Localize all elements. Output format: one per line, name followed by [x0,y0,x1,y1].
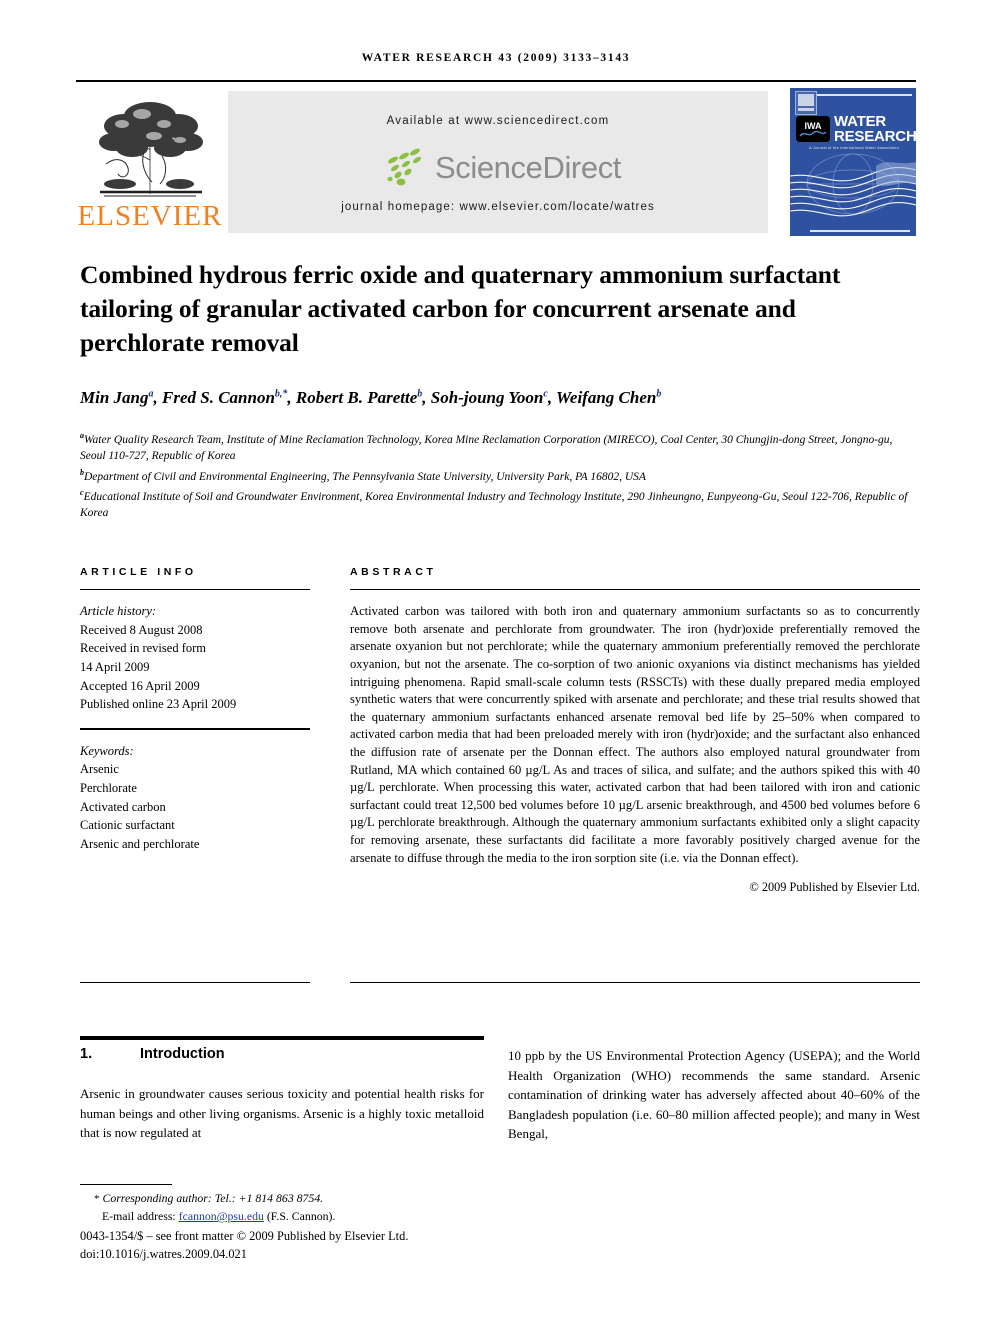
sciencedirect-banner: Available at www.sciencedirect.com Scien… [228,91,768,233]
footnote-rule [80,1184,172,1186]
paper-title: Combined hydrous ferric oxide and quater… [80,260,841,357]
elsevier-wordmark: ELSEVIER [77,200,223,232]
cover-top-rule [816,94,912,96]
abstract-copyright: © 2009 Published by Elsevier Ltd. [749,880,920,895]
journal-homepage-text: journal homepage: www.elsevier.com/locat… [341,201,655,213]
author-name: Weifang Chen [556,388,657,407]
abstract-closing-divider [350,982,920,984]
article-history-line: Received in revised form [80,641,206,656]
article-history-block: Article history: Received 8 August 2008 R… [80,602,310,714]
email-label: E-mail address: [102,1209,176,1223]
article-history-line: 14 April 2009 [80,660,150,675]
keywords-divider [80,727,310,730]
author-affiliation-mark: b [656,388,662,400]
author-affiliation-mark: c [543,388,548,400]
article-history-line: Received 8 August 2008 [80,622,203,637]
svg-text:IWA: IWA [805,121,822,131]
body-column-right: 10 ppb by the US Environmental Protectio… [508,1048,920,1142]
author-list: Min Janga, Fred S. Cannonb,*, Robert B. … [80,388,662,407]
abstract-heading: ABSTRACT [350,566,437,578]
running-head: WATER RESEARCH 43 (2009) 3133–3143 [361,52,631,64]
cover-wave-graphic [790,153,916,217]
keywords-block: Keywords: Arsenic Perchlorate Activated ca… [80,742,310,854]
article-info-divider [80,589,310,591]
elsevier-tree-icon [99,102,203,197]
author-name: Soh-joung Yoon [430,388,544,407]
article-history-label: Article history: [80,604,157,619]
keyword-item: Cationic surfactant [80,818,175,833]
section-number: 1. [80,1046,93,1062]
footnote-asterisk: * [94,1193,100,1205]
footnote-block: * Corresponding author: Tel.: +1 814 863… [80,1190,492,1225]
section-heading: 1. Introduction [80,1046,484,1062]
cover-title: WATER RESEARCH [834,113,916,145]
affiliation-item: bDepartment of Civil and Environmental E… [80,467,646,483]
cover-elsevier-icon [795,91,817,115]
sciencedirect-leaves-icon [387,148,421,186]
keywords-label: Keywords: [80,743,134,758]
affiliation-item: aWater Quality Research Team, Institute … [80,431,893,463]
corresponding-author-text: Corresponding author: Tel.: +1 814 863 8… [102,1191,324,1205]
affiliation-item: cEducational Institute of Soil and Groun… [80,488,908,520]
sciencedirect-wordmark: ScienceDirect [434,150,622,185]
journal-cover-image: IWA WATER RESEARCH A Journal of the Inte… [790,88,916,236]
section-title: Introduction [140,1046,225,1062]
abstract-column: ABSTRACT Activated carbon was tailored w… [350,566,920,895]
author-name: Robert B. Parette [295,388,418,407]
sciencedirect-logo: ScienceDirect [228,145,768,191]
top-divider [76,80,916,82]
masthead: ELSEVIER Available at www.sciencedirect.… [76,88,916,236]
issn-doi-block: 0043-1354/$ – see front matter © 2009 Pu… [80,1228,520,1263]
email-owner: (F.S. Cannon). [266,1209,336,1223]
author-name: Fred S. Cannon [162,388,275,407]
iwa-logo-icon: IWA [796,116,830,142]
paper-page: WATER RESEARCH 43 (2009) 3133–3143 ELSEV… [0,0,992,1323]
article-info-heading: ARTICLE INFO [80,566,197,578]
keyword-item: Perchlorate [80,781,137,796]
author-affiliation-mark: b [417,388,423,400]
keyword-item: Activated carbon [80,799,166,814]
article-history-line: Published online 23 April 2009 [80,697,237,712]
article-history-line: Accepted 16 April 2009 [80,678,200,693]
body-column-left: Arsenic in groundwater causes serious to… [80,1086,484,1141]
cover-bottom-rule [810,230,910,232]
abstract-divider [350,589,920,591]
issn-line: 0043-1354/$ – see front matter © 2009 Pu… [80,1229,409,1243]
affiliation-list: aWater Quality Research Team, Institute … [80,428,920,522]
keyword-item: Arsenic [80,762,119,777]
abstract-text: Activated carbon was tailored with both … [350,604,920,865]
author-name: Min Jang [80,388,149,407]
info-closing-divider [80,982,310,984]
keyword-item: Arsenic and perchlorate [80,836,200,851]
author-affiliation-mark: a [148,388,154,400]
doi-line: doi:10.1016/j.watres.2009.04.021 [80,1246,247,1261]
section-top-rule [80,1036,484,1040]
email-link[interactable]: fcannon@psu.edu [179,1209,264,1223]
elsevier-logo-block: ELSEVIER [76,88,224,236]
article-info-column: ARTICLE INFO Article history: Received 8… [80,566,310,853]
available-at-text: Available at www.sciencedirect.com [386,115,610,127]
author-affiliation-mark: b,* [274,388,288,400]
